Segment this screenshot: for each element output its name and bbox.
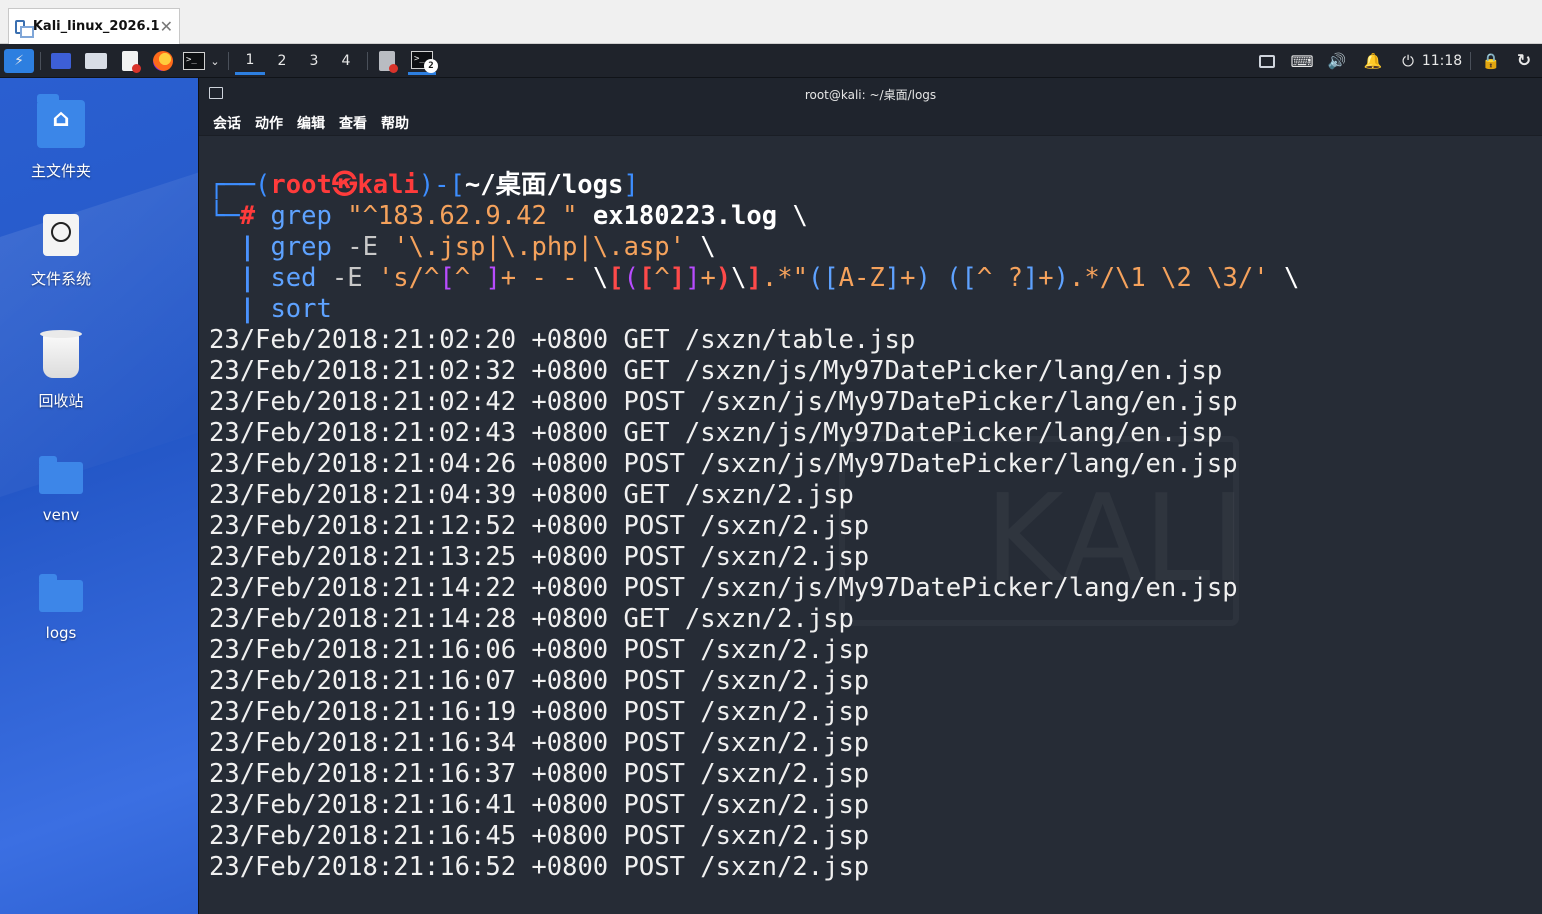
panel-separator [40, 52, 41, 70]
terminal-menubar: 会话 动作 编辑 查看 帮助 [199, 110, 1542, 136]
output-line: 23/Feb/2018:21:02:32 +0800 GET /sxzn/js/… [209, 356, 1223, 386]
menu-help[interactable]: 帮助 [381, 113, 409, 133]
desktop-icon-home[interactable]: 主文件夹 [10, 94, 112, 181]
output-line: 23/Feb/2018:21:14:22 +0800 POST /sxzn/js… [209, 573, 1238, 603]
terminal-window[interactable]: root@kali: ~/桌面/logs 会话 动作 编辑 查看 帮助 KALI… [198, 78, 1542, 914]
command-line-3: | sed -E 's/^[^ ]+ - - \[([^]]+)\].*"([A… [239, 263, 1300, 293]
output-line: 23/Feb/2018:21:14:28 +0800 GET /sxzn/2.j… [209, 604, 854, 634]
logout-icon[interactable]: ↻ [1512, 49, 1536, 73]
vm-tab-title: Kali_linux_2026.1 [32, 19, 160, 34]
menu-edit[interactable]: 编辑 [297, 113, 325, 133]
window-count-badge: 2 [424, 58, 438, 73]
close-icon[interactable]: ✕ [160, 17, 173, 36]
output-line: 23/Feb/2018:21:16:52 +0800 POST /sxzn/2.… [209, 852, 870, 882]
menu-view[interactable]: 查看 [339, 113, 367, 133]
output-line: 23/Feb/2018:21:16:07 +0800 POST /sxzn/2.… [209, 666, 870, 696]
desktop-icon-filesystem[interactable]: 文件系统 [10, 214, 112, 289]
kali-menu-icon[interactable]: ⚡ [4, 49, 34, 73]
terminal-window-icon [209, 87, 223, 99]
output-line: 23/Feb/2018:21:16:45 +0800 POST /sxzn/2.… [209, 821, 870, 851]
output-line: 23/Feb/2018:21:12:52 +0800 POST /sxzn/2.… [209, 511, 870, 541]
top-panel: ⚡ >_ ⌄ 1 2 3 4 >_ 2 ⌨ 🔊 🔔 ⏻ 11:18 🔒 ↻ [0, 44, 1542, 122]
desktop-icon-label: 文件系统 [30, 270, 91, 288]
power-manager-icon[interactable]: ⏻ [1398, 49, 1418, 73]
taskbar-editor-icon[interactable] [376, 49, 398, 73]
taskbar-terminal-icon[interactable]: >_ 2 [408, 47, 438, 75]
command-line-1: └─# grep "^183.62.9.42 " ex180223.log \ [209, 201, 808, 231]
firefox-icon[interactable] [152, 49, 174, 73]
workspace-4[interactable]: 4 [331, 49, 361, 73]
output-line: 23/Feb/2018:21:04:26 +0800 POST /sxzn/js… [209, 449, 1238, 479]
trash-icon [40, 330, 82, 378]
skull-icon: ㉿ [331, 170, 358, 200]
workspace-3[interactable]: 3 [299, 49, 329, 73]
output-line: 23/Feb/2018:21:02:20 +0800 GET /sxzn/tab… [209, 325, 916, 355]
display-icon[interactable] [1258, 49, 1276, 73]
volume-icon[interactable]: 🔊 [1326, 49, 1348, 73]
menu-session[interactable]: 会话 [213, 113, 241, 133]
lock-icon[interactable]: 🔒 [1480, 49, 1502, 73]
terminal-titlebar[interactable]: root@kali: ~/桌面/logs [199, 78, 1542, 110]
output-line: 23/Feb/2018:21:16:06 +0800 POST /sxzn/2.… [209, 635, 870, 665]
terminal-output[interactable]: KALI ┌──(root㉿kali)-[~/桌面/logs] └─# grep… [199, 136, 1542, 914]
vm-tab-bar: Kali_linux_2026.1 ✕ [0, 0, 1542, 44]
clock[interactable]: 11:18 [1422, 49, 1462, 73]
desktop-icon-label: 回收站 [38, 392, 84, 410]
vm-tab[interactable]: Kali_linux_2026.1 ✕ [8, 8, 180, 44]
menu-actions[interactable]: 动作 [255, 113, 283, 133]
prompt-hash: # [239, 201, 256, 231]
desktop-icon-label: venv [42, 506, 80, 524]
desktop-icon-trash[interactable]: 回收站 [10, 330, 112, 411]
file-manager-icon[interactable] [84, 49, 108, 73]
home-folder-icon [37, 94, 85, 148]
panel-separator [1470, 52, 1471, 70]
text-editor-icon[interactable] [120, 49, 141, 73]
prompt-host: kali [357, 170, 419, 200]
vm-icon [15, 19, 34, 38]
output-line: 23/Feb/2018:21:16:41 +0800 POST /sxzn/2.… [209, 790, 870, 820]
prompt-line: ┌──(root㉿kali)-[~/桌面/logs] [209, 170, 639, 200]
keyboard-icon[interactable]: ⌨ [1290, 49, 1314, 73]
folder-icon [39, 456, 83, 494]
desktop-icon-label: logs [45, 624, 77, 642]
terminal-launcher-icon[interactable]: >_ [182, 49, 206, 73]
panel-separator [367, 52, 368, 70]
output-line: 23/Feb/2018:21:16:34 +0800 POST /sxzn/2.… [209, 728, 870, 758]
drive-icon [43, 214, 79, 256]
prompt-path: ~/桌面/logs [464, 170, 624, 200]
desktop-icon-venv[interactable]: venv [10, 454, 112, 524]
output-line: 23/Feb/2018:21:02:43 +0800 GET /sxzn/js/… [209, 418, 1223, 448]
notification-bell-icon[interactable]: 🔔 [1362, 49, 1384, 73]
command-line-2: | grep -E '\.jsp|\.php|\.asp' \ [239, 232, 716, 262]
output-line: 23/Feb/2018:21:16:37 +0800 POST /sxzn/2.… [209, 759, 870, 789]
chevron-down-icon[interactable]: ⌄ [208, 49, 222, 73]
output-line: 23/Feb/2018:21:16:19 +0800 POST /sxzn/2.… [209, 697, 870, 727]
desktop-icon-label: 主文件夹 [30, 162, 91, 180]
desktop-icon-logs[interactable]: logs [10, 572, 112, 642]
workspace-1[interactable]: 1 [235, 47, 265, 75]
show-desktop-icon[interactable] [50, 49, 72, 73]
workspace-2[interactable]: 2 [267, 49, 297, 73]
folder-icon [39, 574, 83, 612]
output-line: 23/Feb/2018:21:02:42 +0800 POST /sxzn/js… [209, 387, 1238, 417]
prompt-user: root [270, 170, 332, 200]
terminal-title: root@kali: ~/桌面/logs [804, 87, 937, 102]
output-line: 23/Feb/2018:21:04:39 +0800 GET /sxzn/2.j… [209, 480, 854, 510]
output-line: 23/Feb/2018:21:13:25 +0800 POST /sxzn/2.… [209, 542, 870, 572]
command-line-4: | sort [239, 294, 332, 324]
panel-separator [228, 52, 229, 70]
